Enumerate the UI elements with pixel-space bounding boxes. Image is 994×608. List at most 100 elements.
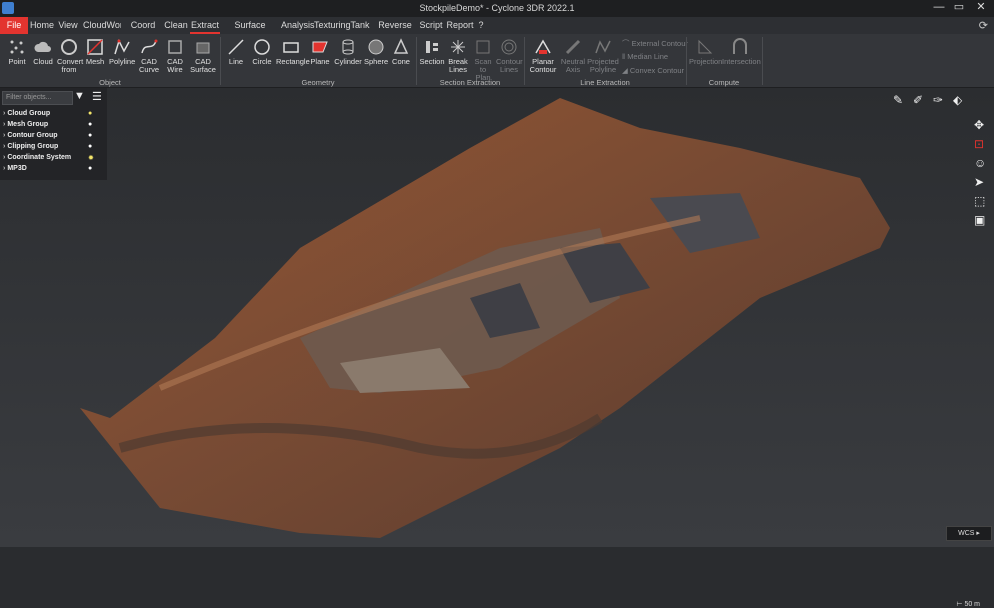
- ribbon-separator: [762, 37, 763, 85]
- line-tool[interactable]: Line: [224, 34, 248, 78]
- menu-help[interactable]: ?: [476, 17, 486, 34]
- cad-wire-icon: [168, 40, 182, 54]
- polyline-tool[interactable]: Polyline: [109, 34, 135, 78]
- cad-wire-tool[interactable]: CAD Wire: [163, 34, 187, 78]
- expand-arrow-icon: ›: [3, 110, 6, 117]
- cylinder-tool[interactable]: Cylinder: [334, 34, 362, 78]
- external-contour-tool[interactable]: ⌒ External Contour: [622, 38, 688, 49]
- cad-surface-icon: [196, 42, 210, 54]
- convert-icon: [61, 39, 77, 55]
- tree-item-mesh-group[interactable]: › Mesh Group: [3, 121, 48, 128]
- contour-lines-icon: [501, 39, 517, 55]
- menu-analysis[interactable]: Analysis: [281, 17, 315, 34]
- visibility-bulb-icon[interactable]: ●: [88, 110, 92, 117]
- tree-item-coordinate-system[interactable]: › Coordinate System: [3, 154, 71, 161]
- annotation-icon[interactable]: ✐: [913, 93, 923, 107]
- navigate-icon[interactable]: ✥: [974, 118, 984, 132]
- intersection-tool[interactable]: Intersection: [722, 34, 761, 78]
- expand-arrow-icon: ›: [3, 132, 6, 139]
- menu-script[interactable]: Script: [419, 17, 443, 34]
- point-icon: [10, 40, 24, 54]
- convex-contour-tool[interactable]: ◢ Convex Contour: [622, 66, 684, 75]
- cad-surface-tool[interactable]: CAD Surface: [189, 34, 217, 78]
- menu-cloudworx[interactable]: CloudWorx: [83, 17, 121, 34]
- group-label-object: Object: [99, 78, 121, 87]
- neutral-axis-tool[interactable]: Neutral Axis: [560, 34, 586, 78]
- menu-icon[interactable]: ☰: [92, 90, 102, 103]
- intersection-icon: [733, 38, 747, 54]
- menu-tank[interactable]: Tank: [350, 17, 370, 34]
- menu-extract[interactable]: Extract: [190, 17, 220, 34]
- tree-item-clipping-group[interactable]: › Clipping Group: [3, 143, 58, 150]
- sphere-icon: [368, 39, 384, 55]
- group-label-geometry: Geometry: [301, 78, 335, 87]
- filter-objects-input[interactable]: Filter objects...: [2, 91, 73, 105]
- cloud-tool[interactable]: Cloud: [31, 34, 55, 78]
- cloud-icon: [34, 41, 51, 52]
- coordinate-system-selector[interactable]: WCS ▸: [946, 526, 992, 541]
- mesh-tool[interactable]: Mesh: [83, 34, 107, 78]
- break-lines-icon: [451, 40, 465, 54]
- visibility-bulb-icon[interactable]: ●: [88, 165, 92, 172]
- projected-polyline-icon: [595, 40, 611, 54]
- annotation-edit-icon[interactable]: ✑: [933, 93, 943, 107]
- menu-coord-sys[interactable]: Coord Sys: [125, 17, 161, 47]
- polyline-icon: [114, 38, 130, 55]
- convex-contour-icon: ◢: [622, 66, 630, 75]
- scale-bar: ⊢ 50 m: [956, 601, 980, 608]
- cylinder-icon: [342, 39, 354, 55]
- window-title: StockpileDemo* - Cyclone 3DR 2022.1: [419, 3, 575, 13]
- projection-icon: [698, 39, 713, 54]
- plane-icon: [312, 41, 328, 53]
- cone-tool[interactable]: Cone: [390, 34, 412, 78]
- menu-report[interactable]: Report: [446, 17, 474, 34]
- menu-texturing[interactable]: Texturing: [314, 17, 351, 34]
- median-line-tool[interactable]: ‖ Median Line: [622, 52, 668, 61]
- point-tool[interactable]: Point: [5, 34, 29, 78]
- fly-icon[interactable]: ➤: [974, 175, 984, 189]
- maximize-button[interactable]: ▭: [948, 0, 970, 17]
- menu-surface-modeling[interactable]: Surface Modeling: [222, 17, 278, 47]
- visibility-bulb-icon[interactable]: ✹: [88, 154, 94, 162]
- walk-icon[interactable]: ☺: [974, 156, 986, 170]
- projected-polyline-tool[interactable]: Projected Polyline: [587, 34, 619, 78]
- measure-icon[interactable]: ✎: [893, 93, 903, 107]
- box-clip-icon[interactable]: ▣: [974, 213, 985, 227]
- center-view-icon[interactable]: ⊡: [974, 137, 984, 151]
- projection-tool[interactable]: Projection: [689, 34, 722, 78]
- circle-icon: [254, 39, 270, 55]
- section-icon: [426, 41, 438, 53]
- minimize-button[interactable]: —: [928, 0, 950, 17]
- menu-view[interactable]: View: [57, 17, 79, 34]
- close-button[interactable]: ✕: [970, 0, 992, 17]
- menu-home[interactable]: Home: [30, 17, 54, 34]
- menu-file[interactable]: File: [0, 17, 28, 34]
- tree-item-cloud-group[interactable]: › Cloud Group: [3, 110, 50, 117]
- section-tool[interactable]: Section: [419, 34, 445, 78]
- point-cloud-render[interactable]: [0, 88, 994, 547]
- visibility-bulb-icon[interactable]: ●: [88, 132, 92, 139]
- contour-lines-tool[interactable]: Contour Lines: [496, 34, 523, 78]
- tree-item-mp3d[interactable]: › MP3D: [3, 165, 27, 172]
- planar-contour-tool[interactable]: Planar Contour: [528, 34, 558, 78]
- sphere-tool[interactable]: Sphere: [364, 34, 388, 78]
- tree-item-contour-group[interactable]: › Contour Group: [3, 132, 58, 139]
- convert-from-tool[interactable]: Convert from: [57, 34, 83, 78]
- menu-clean[interactable]: Clean: [164, 17, 188, 34]
- plane-tool[interactable]: Plane: [308, 34, 332, 78]
- circle-tool[interactable]: Circle: [250, 34, 274, 78]
- tag-icon[interactable]: ⬖: [953, 93, 962, 107]
- rectangle-icon: [283, 42, 299, 53]
- cad-curve-tool[interactable]: CAD Curve: [137, 34, 161, 78]
- cube-view-icon[interactable]: ⬚: [974, 194, 985, 208]
- 3d-viewport[interactable]: ✎ ✐ ✑ ⬖ ✥ ⊡ ☺ ➤ ⬚ ▣ ⊢ 50 m: [0, 88, 994, 608]
- expand-arrow-icon: ›: [3, 165, 6, 172]
- refresh-icon[interactable]: ⟳: [979, 19, 988, 32]
- visibility-bulb-icon[interactable]: ●: [88, 143, 92, 150]
- rectangle-tool[interactable]: Rectangle: [276, 34, 310, 78]
- menu-reverse-eng[interactable]: Reverse Eng: [374, 17, 416, 47]
- break-lines-tool[interactable]: Break Lines: [446, 34, 470, 78]
- visibility-bulb-icon[interactable]: ●: [88, 121, 92, 128]
- filter-icon[interactable]: ▼: [74, 90, 85, 102]
- scan-to-plan-tool[interactable]: Scan to Plan: [471, 34, 495, 82]
